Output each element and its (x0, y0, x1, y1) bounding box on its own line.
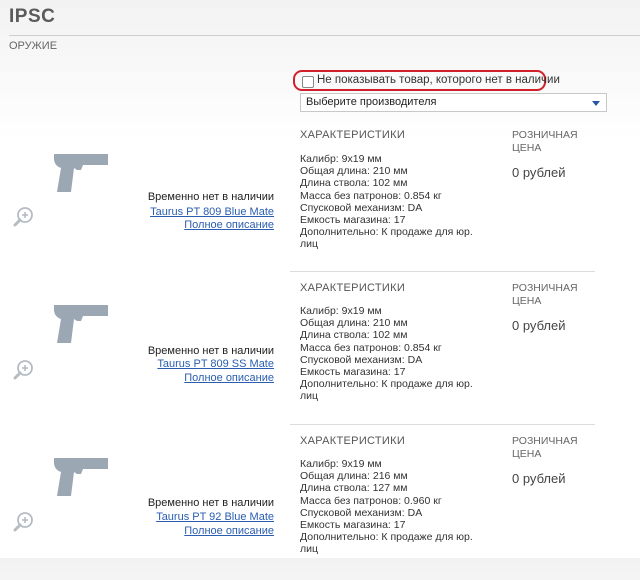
chevron-down-icon[interactable] (592, 101, 600, 106)
spec-line: лиц (300, 390, 319, 403)
header-divider (9, 35, 640, 36)
price-heading-line-2: ЦЕНА (512, 142, 542, 154)
pistol-icon[interactable] (50, 299, 112, 345)
spec-line: Дополнительно: К продаже для юр. (300, 531, 473, 544)
availability-status: Временно нет в наличии (147, 191, 274, 203)
price-heading-line-1: РОЗНИЧНАЯ (512, 129, 578, 141)
manufacturer-select-value: Выберите производителя (306, 96, 437, 108)
availability-status: Временно нет в наличии (147, 497, 274, 509)
spec-line: Калибр: 9x19 мм (300, 458, 382, 470)
price-heading-line-1: РОЗНИЧНАЯ (512, 282, 578, 294)
spec-line: Длина ствола: 102 мм (300, 177, 408, 190)
spec-line: Емкость магазина: 17 (300, 366, 406, 379)
pistol-icon[interactable] (50, 148, 112, 194)
spec-line: лиц (300, 543, 319, 556)
full-description-link[interactable]: Полное описание (184, 525, 274, 537)
spec-line: Длина ствола: 102 мм (300, 329, 408, 342)
spec-line: Спусковой механизм: DA (300, 353, 423, 366)
zoom-in-icon[interactable] (11, 204, 37, 230)
spec-line: Спусковой механизм: DA (300, 506, 423, 519)
zoom-in-icon[interactable] (11, 509, 37, 535)
spec-line: Калибр: 9x19 мм (300, 305, 382, 317)
specs-list: Калибр: 9x19 мм Общая длина: 210 мм Длин… (300, 153, 490, 251)
category-label: ОРУЖИЕ (9, 40, 58, 52)
page-title: IPSC (9, 6, 56, 27)
specs-list: Калибр: 9x19 мм Общая длина: 216 мм Длин… (300, 458, 490, 556)
price-heading-line-2: ЦЕНА (512, 448, 542, 460)
price-heading: РОЗНИЧНАЯ ЦЕНА (512, 282, 602, 308)
full-description-link[interactable]: Полное описание (184, 372, 274, 384)
in-stock-filter[interactable]: Не показывать товар, которого нет в нали… (293, 70, 560, 91)
product-name-link[interactable]: Taurus PT 809 SS Mate (157, 358, 274, 370)
product-name-link[interactable]: Taurus PT 809 Blue Mate (150, 206, 274, 218)
spec-line: Общая длина: 216 мм (300, 470, 408, 483)
spec-line: Дополнительно: К продаже для юр. (300, 378, 473, 391)
spec-line: Общая длина: 210 мм (300, 165, 408, 178)
in-stock-checkbox[interactable] (302, 76, 314, 88)
product-name-link[interactable]: Taurus PT 92 Blue Mate (156, 511, 274, 523)
pistol-icon[interactable] (50, 452, 112, 498)
manufacturer-select[interactable]: Выберите производителя (300, 93, 607, 112)
spec-line: Емкость магазина: 17 (300, 214, 406, 227)
zoom-in-icon[interactable] (11, 357, 37, 383)
spec-line: Дополнительно: К продаже для юр. (300, 226, 473, 239)
full-description-link[interactable]: Полное описание (184, 219, 274, 231)
spec-line: Общая длина: 210 мм (300, 317, 408, 330)
spec-line: Спусковой механизм: DA (300, 201, 423, 214)
price-value: 0 рублей (512, 165, 566, 180)
spec-line: Масса без патронов: 0.854 кг (300, 189, 442, 202)
spec-line: Калибр: 9x19 мм (300, 153, 382, 165)
product-separator (290, 424, 595, 425)
price-heading: РОЗНИЧНАЯ ЦЕНА (512, 435, 602, 461)
availability-status: Временно нет в наличии (147, 345, 274, 357)
product-item: Временно нет в наличии Taurus PT 809 Blu… (0, 124, 640, 274)
spec-line: Масса без патронов: 0.960 кг (300, 494, 442, 507)
specs-list: Калибр: 9x19 мм Общая длина: 210 мм Длин… (300, 305, 490, 403)
price-value: 0 рублей (512, 318, 566, 333)
spec-line: Емкость магазина: 17 (300, 519, 406, 532)
product-separator (290, 271, 595, 272)
product-item: Временно нет в наличии Taurus PT 809 SS … (0, 277, 640, 427)
specs-heading: ХАРАКТЕРИСТИКИ (300, 129, 406, 141)
in-stock-checkbox-label[interactable]: Не показывать товар, которого нет в нали… (317, 74, 560, 86)
specs-heading: ХАРАКТЕРИСТИКИ (300, 282, 406, 294)
spec-line: лиц (300, 238, 319, 251)
price-heading: РОЗНИЧНАЯ ЦЕНА (512, 129, 602, 155)
price-heading-line-2: ЦЕНА (512, 295, 542, 307)
specs-heading: ХАРАКТЕРИСТИКИ (300, 435, 406, 447)
spec-line: Длина ствола: 127 мм (300, 482, 408, 495)
price-heading-line-1: РОЗНИЧНАЯ (512, 435, 578, 447)
spec-line: Масса без патронов: 0.854 кг (300, 341, 442, 354)
price-value: 0 рублей (512, 471, 566, 486)
